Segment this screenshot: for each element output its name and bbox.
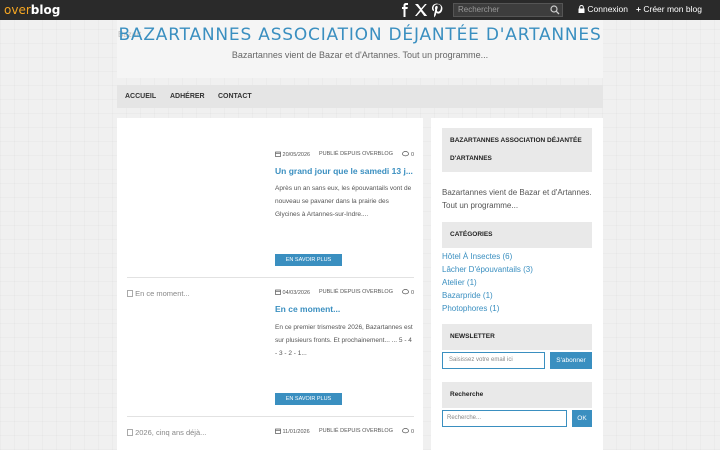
comment-icon bbox=[402, 428, 410, 434]
lock-icon bbox=[578, 5, 585, 13]
sidebar: BAZARTANNES ASSOCIATION DÉJANTÉE D'ARTAN… bbox=[431, 118, 603, 450]
category-link[interactable]: Photophores (1) bbox=[442, 304, 499, 313]
category-link[interactable]: Lâcher D'épouvantails (3) bbox=[442, 265, 533, 274]
broken-image-icon bbox=[127, 429, 133, 436]
post-thumbnail[interactable]: En ce moment... bbox=[127, 289, 190, 298]
post-comment-count: 0 bbox=[410, 290, 414, 296]
create-blog-link[interactable]: + Créer mon blog bbox=[636, 4, 702, 14]
post-list: 20/05/2026 PUBLIÉ DEPUIS OVERBLOG 0 Un g… bbox=[117, 118, 423, 450]
x-icon[interactable] bbox=[413, 2, 429, 18]
overblog-logo[interactable]: overblog bbox=[4, 3, 60, 17]
post-comments[interactable]: 0 bbox=[402, 151, 414, 158]
post-source: PUBLIÉ DEPUIS OVERBLOG bbox=[319, 151, 393, 157]
logo-text-blog: blog bbox=[30, 3, 61, 17]
calendar-icon bbox=[275, 428, 281, 434]
post-date-text: 04/03/2026 bbox=[282, 290, 311, 296]
create-blog-label: Créer mon blog bbox=[643, 4, 702, 14]
search-placeholder: Rechercher bbox=[458, 5, 500, 14]
search-input[interactable]: Rechercher bbox=[453, 3, 563, 17]
site-title[interactable]: BAZARTANNES ASSOCIATION DÉJANTÉE D'ARTAN… bbox=[0, 25, 720, 45]
post-excerpt: En ce premier trismestre 2026, Bazartann… bbox=[275, 324, 413, 357]
read-more-button[interactable]: EN SAVOIR PLUS bbox=[275, 393, 342, 405]
broken-image-icon bbox=[127, 290, 133, 297]
post-comment-count: 0 bbox=[410, 429, 414, 435]
about-widget-title: BAZARTANNES ASSOCIATION DÉJANTÉE D'ARTAN… bbox=[442, 128, 592, 172]
login-link[interactable]: Connexion bbox=[578, 4, 628, 14]
post-date: 20/05/2026 bbox=[275, 151, 310, 158]
post-comments[interactable]: 0 bbox=[402, 428, 414, 435]
post-date: 11/01/2026 bbox=[275, 428, 310, 435]
nav-item-accueil[interactable]: ACCUEIL bbox=[125, 93, 156, 100]
about-widget-text: Bazartannes vient de Bazar et d'Artannes… bbox=[442, 188, 592, 210]
search-ok-button[interactable]: OK bbox=[572, 410, 592, 427]
post-source: PUBLIÉ DEPUIS OVERBLOG bbox=[319, 428, 393, 434]
post-comment-count: 0 bbox=[410, 152, 414, 158]
comment-icon bbox=[402, 289, 410, 295]
post-item: 20/05/2026 PUBLIÉ DEPUIS OVERBLOG 0 Un g… bbox=[127, 151, 414, 271]
categories-widget-title: CATÉGORIES bbox=[442, 222, 592, 248]
newsletter-email-input[interactable]: Saisissez votre email ici bbox=[442, 352, 545, 369]
post-date-text: 20/05/2026 bbox=[282, 152, 311, 158]
post-thumbnail-alt: 2026, cinq ans déjà... bbox=[135, 428, 207, 437]
post-divider bbox=[127, 416, 414, 417]
site-subtitle: Bazartannes vient de Bazar et d'Artannes… bbox=[231, 50, 489, 60]
post-title[interactable]: En ce moment... bbox=[275, 304, 415, 314]
search-widget-title: Recherche bbox=[442, 382, 592, 408]
post-title[interactable]: Un grand jour que le samedi 13 j... bbox=[275, 166, 415, 176]
calendar-icon bbox=[275, 151, 281, 157]
post-item: En ce moment... 04/03/2026 PUBLIÉ DEPUIS… bbox=[127, 289, 414, 409]
post-meta: 04/03/2026 PUBLIÉ DEPUIS OVERBLOG 0 bbox=[275, 289, 414, 298]
post-item: 2026, cinq ans déjà... 11/01/2026 PUBLIÉ… bbox=[127, 428, 414, 450]
read-more-button[interactable]: EN SAVOIR PLUS bbox=[275, 254, 342, 266]
post-meta: 20/05/2026 PUBLIÉ DEPUIS OVERBLOG 0 bbox=[275, 151, 414, 160]
category-link[interactable]: Hôtel À Insectes (6) bbox=[442, 252, 512, 261]
email-placeholder: Saisissez votre email ici bbox=[449, 357, 513, 363]
post-source: PUBLIÉ DEPUIS OVERBLOG bbox=[319, 289, 393, 295]
nav-item-adherer[interactable]: ADHÉRER bbox=[170, 93, 205, 100]
search-icon[interactable] bbox=[550, 5, 560, 15]
facebook-icon[interactable] bbox=[397, 2, 413, 18]
post-excerpt: Après un an sans eux, les épouvantails v… bbox=[275, 185, 412, 218]
sidebar-search-input[interactable]: Recherche... bbox=[442, 410, 567, 427]
post-divider bbox=[127, 277, 414, 278]
subscribe-button[interactable]: S'abonner bbox=[550, 352, 592, 369]
main-nav: ACCUEIL ADHÉRER CONTACT bbox=[117, 85, 603, 108]
calendar-icon bbox=[275, 289, 281, 295]
post-comments[interactable]: 0 bbox=[402, 289, 414, 296]
nav-item-contact[interactable]: CONTACT bbox=[218, 93, 252, 100]
category-link[interactable]: Bazarpride (1) bbox=[442, 291, 493, 300]
pinterest-icon[interactable] bbox=[429, 2, 445, 18]
logo-text-over: over bbox=[4, 3, 31, 17]
sidebar-search-placeholder: Recherche... bbox=[447, 415, 482, 421]
overblog-topbar: overblog Rechercher Connexion + Créer mo… bbox=[0, 0, 720, 20]
post-thumbnail-alt: En ce moment... bbox=[135, 289, 190, 298]
plus-icon: + bbox=[636, 4, 641, 14]
comment-icon bbox=[402, 151, 410, 157]
newsletter-widget-title: NEWSLETTER bbox=[442, 324, 592, 350]
login-label: Connexion bbox=[587, 4, 629, 14]
post-date: 04/03/2026 bbox=[275, 289, 310, 296]
post-date-text: 11/01/2026 bbox=[282, 429, 310, 435]
post-meta: 11/01/2026 PUBLIÉ DEPUIS OVERBLOG 0 bbox=[275, 428, 414, 437]
post-thumbnail[interactable]: 2026, cinq ans déjà... bbox=[127, 428, 206, 437]
category-link[interactable]: Atelier (1) bbox=[442, 278, 477, 287]
